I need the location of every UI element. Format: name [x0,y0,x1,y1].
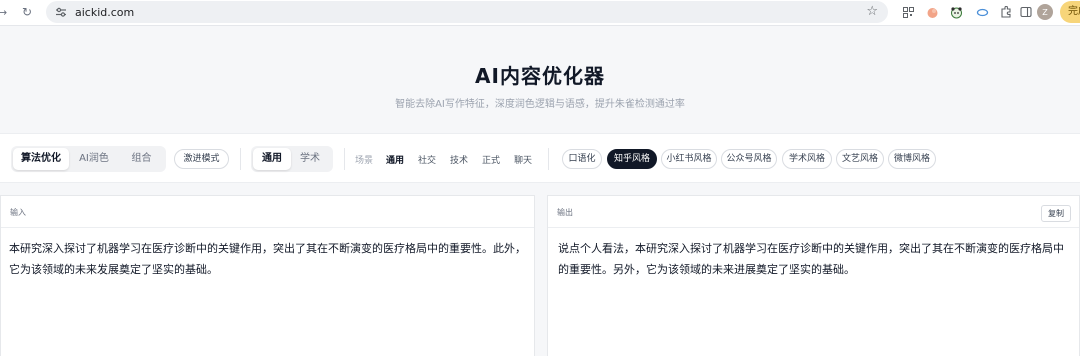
address-bar[interactable]: aickid.com ☆ [46,1,888,23]
domain-tab-group: 通用 学术 [251,146,333,172]
url-text: aickid.com [75,5,135,19]
forward-icon[interactable]: → [0,6,8,19]
scene-general[interactable]: 通用 [386,153,404,166]
tab-general[interactable]: 通用 [253,148,291,170]
extension-link-icon[interactable] [974,4,990,20]
page-title: AI内容优化器 [475,64,605,88]
style-wechat-official[interactable]: 公众号风格 [721,149,777,169]
tab-ai-polish[interactable]: AI润色 [69,148,119,170]
browser-toolbar: → ↻ aickid.com ☆ Z 完成 [0,0,1080,26]
scene-technical[interactable]: 技术 [450,153,468,166]
scene-social[interactable]: 社交 [418,153,436,166]
finish-update-button[interactable]: 完成 [1060,1,1080,23]
style-academic[interactable]: 学术风格 [782,149,832,169]
toolbar-divider [344,148,345,170]
scene-chat[interactable]: 聊天 [514,153,532,166]
mode-tab-group: 算法优化 AI润色 组合 [11,146,166,172]
scene-formal[interactable]: 正式 [482,153,500,166]
style-zhihu[interactable]: 知乎风格 [607,149,657,169]
copy-button[interactable]: 复制 [1041,205,1071,222]
tab-algorithm-optimize[interactable]: 算法优化 [13,148,69,170]
input-label: 输入 [10,208,26,217]
input-panel: 输入 本研究深入探讨了机器学习在医疗诊断中的关键作用，突出了其在不断演变的医疗格… [0,195,535,356]
output-panel: 输出 复制 说点个人看法，本研究深入探讨了机器学习在医疗诊断中的关键作用，突出了… [547,195,1080,356]
toolbar-divider [548,148,549,170]
site-settings-icon[interactable] [54,5,68,19]
style-colloquial[interactable]: 口语化 [562,149,602,169]
output-label: 输出 [557,208,573,217]
scene-label: 场景 [355,156,374,166]
tab-academic[interactable]: 学术 [291,148,329,170]
qr-code-icon[interactable] [900,4,916,20]
profile-avatar[interactable]: Z [1037,4,1053,20]
reload-icon[interactable]: ↻ [22,5,32,19]
options-toolbar: 算法优化 AI润色 组合 激进模式 通用 学术 场景 通用 社交 技术 正式 聊… [0,133,1080,183]
sidebar-toggle-icon[interactable] [1018,4,1034,20]
style-literary[interactable]: 文艺风格 [836,149,884,169]
bookmark-star-icon[interactable]: ☆ [866,4,878,19]
page-subtitle: 智能去除AI写作特征，深度润色逻辑与语感，提升朱雀检测通过率 [395,99,685,110]
input-textarea[interactable]: 本研究深入探讨了机器学习在医疗诊断中的关键作用，突出了其在不断演变的医疗格局中的… [1,228,534,290]
tab-combine[interactable]: 组合 [119,148,164,170]
extension-fruit-icon[interactable] [924,4,940,20]
output-text: 说点个人看法，本研究深入探讨了机器学习在医疗诊断中的关键作用，突出了其在不断演变… [558,242,1064,276]
extension-panda-icon[interactable] [948,4,964,20]
style-xiaohongshu[interactable]: 小红书风格 [661,149,717,169]
toolbar-divider [240,148,241,170]
style-weibo[interactable]: 微博风格 [888,149,936,169]
output-panel-header: 输出 复制 [548,196,1079,228]
extensions-puzzle-icon[interactable] [998,4,1014,20]
input-panel-header: 输入 [1,196,534,228]
aggressive-mode-toggle[interactable]: 激进模式 [174,149,229,169]
